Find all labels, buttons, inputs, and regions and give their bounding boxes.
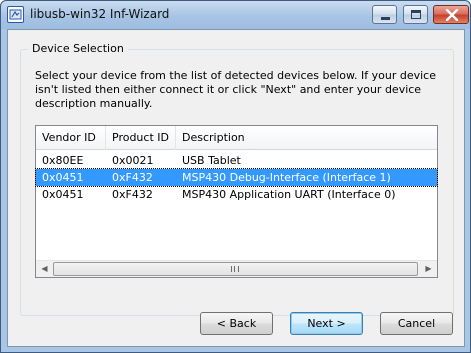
close-button[interactable] <box>433 5 469 24</box>
column-header-vendor-id[interactable]: Vendor ID <box>36 126 106 150</box>
device-list[interactable]: Vendor ID Product ID Description 0x80EE … <box>35 125 438 278</box>
table-row[interactable]: 0x80EE 0x0021 USB Tablet <box>36 152 437 169</box>
list-header: Vendor ID Product ID Description <box>36 126 437 150</box>
scroll-thumb[interactable] <box>53 262 418 276</box>
description-cell: MSP430 Debug-Interface (Interface 1) <box>182 171 391 184</box>
vendor-id-cell: 0x0451 <box>42 171 84 184</box>
cancel-button[interactable]: Cancel <box>380 312 453 335</box>
column-header-description[interactable]: Description <box>176 126 437 150</box>
scroll-right-icon[interactable]: ▶ <box>420 261 437 277</box>
scroll-track[interactable] <box>53 261 420 277</box>
product-id-cell: 0x0021 <box>112 154 154 167</box>
wizard-window: libusb-win32 Inf-Wizard Device Selection… <box>0 0 471 353</box>
column-header-product-id[interactable]: Product ID <box>106 126 176 150</box>
minimize-button[interactable] <box>372 5 397 24</box>
vendor-id-cell: 0x0451 <box>42 188 84 201</box>
next-button[interactable]: Next > <box>290 312 363 335</box>
group-title: Device Selection <box>28 42 128 55</box>
table-row[interactable]: 0x0451 0xF432 MSP430 Application UART (I… <box>36 186 437 203</box>
back-button[interactable]: < Back <box>200 312 273 335</box>
minimize-icon <box>381 17 390 20</box>
description-cell: USB Tablet <box>182 154 241 167</box>
grip-icon <box>231 266 239 272</box>
wizard-client-area: Device Selection Select your device from… <box>7 29 465 347</box>
window-title: libusb-win32 Inf-Wizard <box>30 7 170 21</box>
table-row-selected[interactable]: 0x0451 0xF432 MSP430 Debug-Interface (In… <box>35 168 438 187</box>
description-cell: MSP430 Application UART (Interface 0) <box>182 188 396 201</box>
maximize-icon <box>411 10 421 19</box>
maximize-button[interactable] <box>403 5 428 24</box>
horizontal-scrollbar[interactable]: ◀ ▶ <box>36 260 437 277</box>
title-bar[interactable]: libusb-win32 Inf-Wizard <box>1 1 470 29</box>
close-icon <box>445 9 459 21</box>
product-id-cell: 0xF432 <box>112 188 153 201</box>
vendor-id-cell: 0x80EE <box>42 154 84 167</box>
app-icon <box>7 6 24 23</box>
product-id-cell: 0xF432 <box>112 171 153 184</box>
instructions-text: Select your device from the list of dete… <box>35 69 436 110</box>
scroll-left-icon[interactable]: ◀ <box>36 261 53 277</box>
